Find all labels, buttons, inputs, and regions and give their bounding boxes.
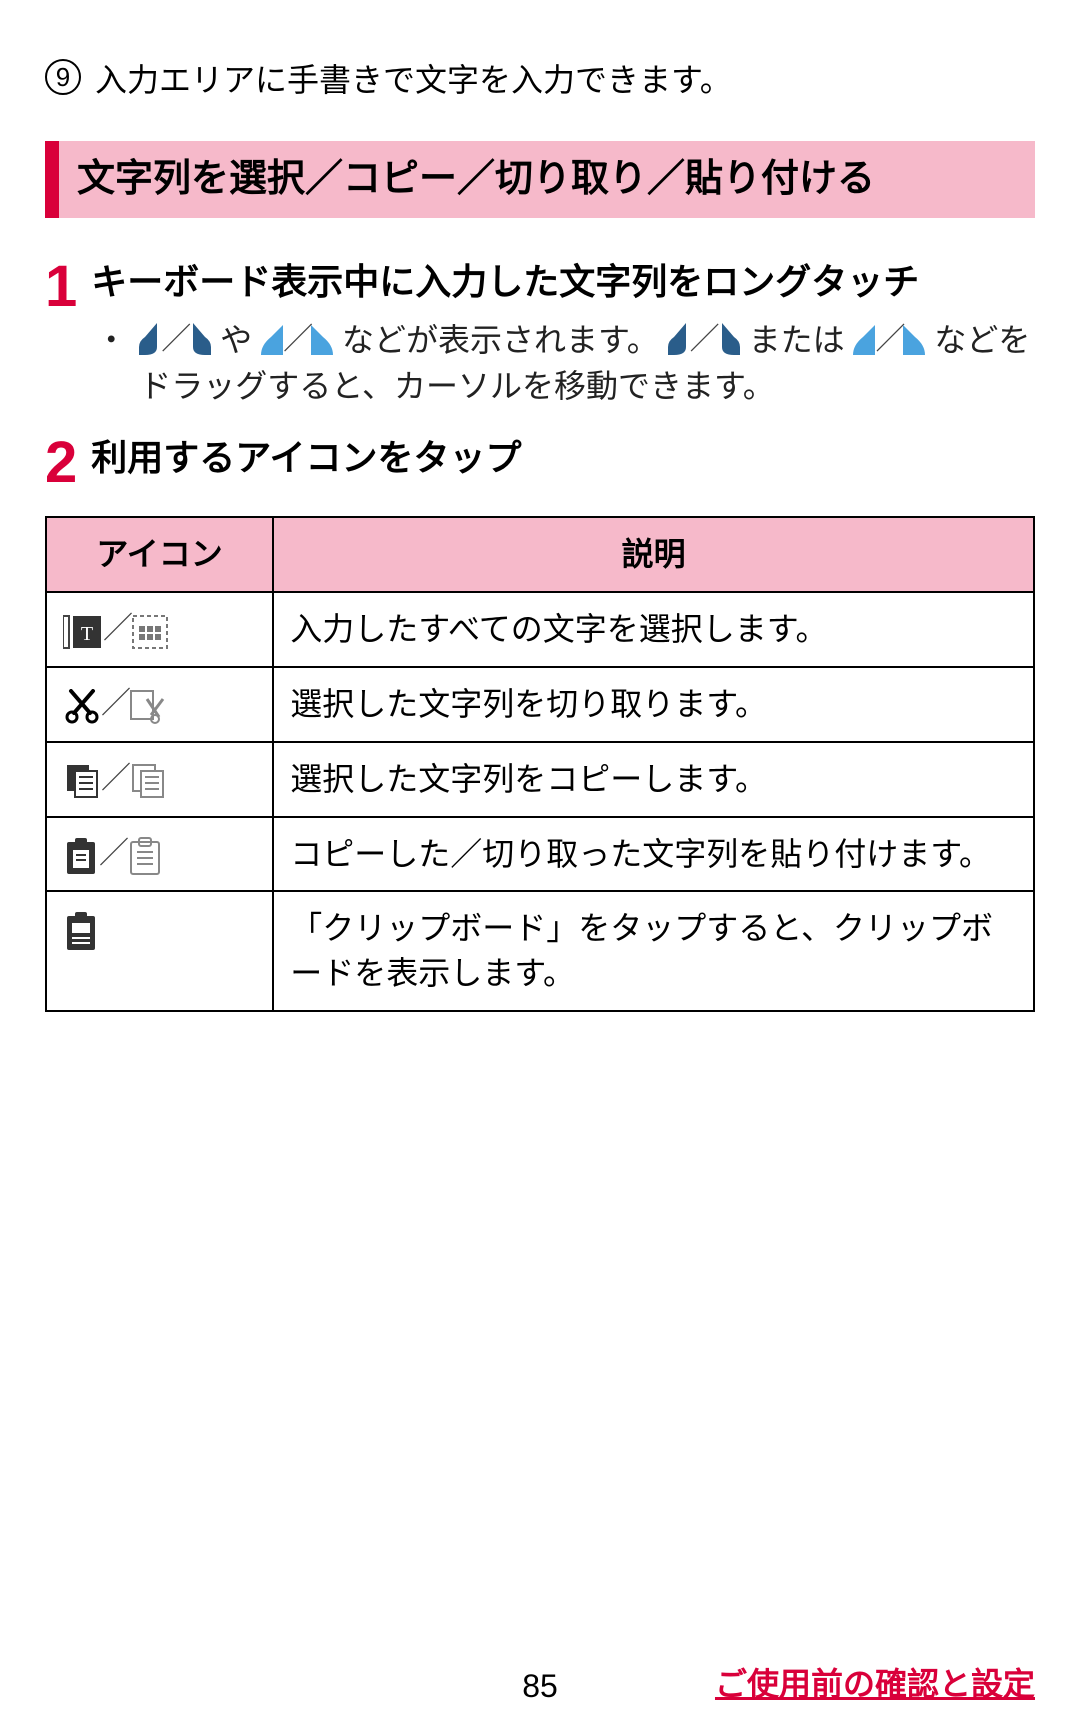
left-handle-light-icon bbox=[261, 325, 283, 355]
right-handle-icon bbox=[718, 323, 740, 355]
select-all-icon: T bbox=[63, 614, 103, 650]
left-handle-icon bbox=[139, 323, 161, 355]
top-note: 9 入力エリアに手書きで文字を入力できます。 bbox=[45, 55, 1035, 101]
step-1-bullet-text-c: または bbox=[749, 322, 854, 358]
icon-table: アイコン 説明 T ／ 入力したすべての文字を選択します。 ／ 選 bbox=[45, 516, 1035, 1012]
left-handle-icon bbox=[668, 323, 690, 355]
clipboard-history-icon bbox=[63, 910, 99, 952]
table-row: T ／ 入力したすべての文字を選択します。 bbox=[46, 592, 1034, 667]
cut-alt-icon bbox=[129, 689, 167, 725]
section-header: 文字列を選択／コピー／切り取り／貼り付ける bbox=[45, 141, 1035, 218]
left-handle-light-icon bbox=[853, 325, 875, 355]
table-row: ／ コピーした／切り取った文字列を貼り付けます。 bbox=[46, 817, 1034, 892]
table-head-icon: アイコン bbox=[46, 517, 273, 592]
table-row: 「クリップボード」をタップすると、クリップボードを表示します。 bbox=[46, 891, 1034, 1011]
row-5-icon-cell bbox=[46, 891, 273, 1011]
footer-link[interactable]: ご使用前の確認と設定 bbox=[715, 1659, 1035, 1705]
row-4-icon-cell: ／ bbox=[46, 817, 273, 892]
row-1-desc: 入力したすべての文字を選択します。 bbox=[273, 592, 1034, 667]
circled-9-icon: 9 bbox=[45, 59, 81, 95]
step-1-title: キーボード表示中に入力した文字列をロングタッチ bbox=[91, 258, 1035, 307]
step-1: 1 キーボード表示中に入力した文字列をロングタッチ ・ ／ や ／ などが表示さ… bbox=[45, 258, 1035, 409]
paste-clipboard-icon bbox=[63, 836, 99, 876]
right-handle-icon bbox=[189, 323, 211, 355]
step-2: 2 利用するアイコンをタップ bbox=[45, 434, 1035, 493]
cut-scissors-icon bbox=[63, 689, 101, 725]
right-handle-light-icon bbox=[311, 325, 333, 355]
step-2-title: 利用するアイコンをタップ bbox=[91, 434, 1035, 483]
row-1-icon-cell: T ／ bbox=[46, 592, 273, 667]
row-2-desc: 選択した文字列を切り取ります。 bbox=[273, 667, 1034, 742]
table-row: ／ 選択した文字列をコピーします。 bbox=[46, 742, 1034, 817]
step-1-bullet-text-a: や bbox=[220, 322, 261, 358]
row-2-icon-cell: ／ bbox=[46, 667, 273, 742]
step-2-number: 2 bbox=[45, 438, 73, 493]
select-all-dashed-icon bbox=[131, 614, 169, 650]
right-handle-light-icon bbox=[903, 325, 925, 355]
step-1-number: 1 bbox=[45, 262, 73, 409]
step-1-bullet-text-b: などが表示されます。 bbox=[342, 322, 659, 358]
top-note-text: 入力エリアに手書きで文字を入力できます。 bbox=[95, 55, 732, 101]
table-row: ／ 選択した文字列を切り取ります。 bbox=[46, 667, 1034, 742]
paste-clipboard-alt-icon bbox=[127, 836, 163, 876]
copy-alt-icon bbox=[129, 763, 167, 799]
copy-icon bbox=[63, 763, 101, 799]
row-3-desc: 選択した文字列をコピーします。 bbox=[273, 742, 1034, 817]
table-head-desc: 説明 bbox=[273, 517, 1034, 592]
row-4-desc: コピーした／切り取った文字列を貼り付けます。 bbox=[273, 817, 1034, 892]
row-3-icon-cell: ／ bbox=[46, 742, 273, 817]
svg-text:T: T bbox=[81, 623, 93, 645]
row-5-desc: 「クリップボード」をタップすると、クリップボードを表示します。 bbox=[273, 891, 1034, 1011]
bullet-dot-icon: ・ bbox=[95, 317, 127, 410]
step-1-bullet: ・ ／ や ／ などが表示されます。 ／ bbox=[91, 317, 1035, 410]
